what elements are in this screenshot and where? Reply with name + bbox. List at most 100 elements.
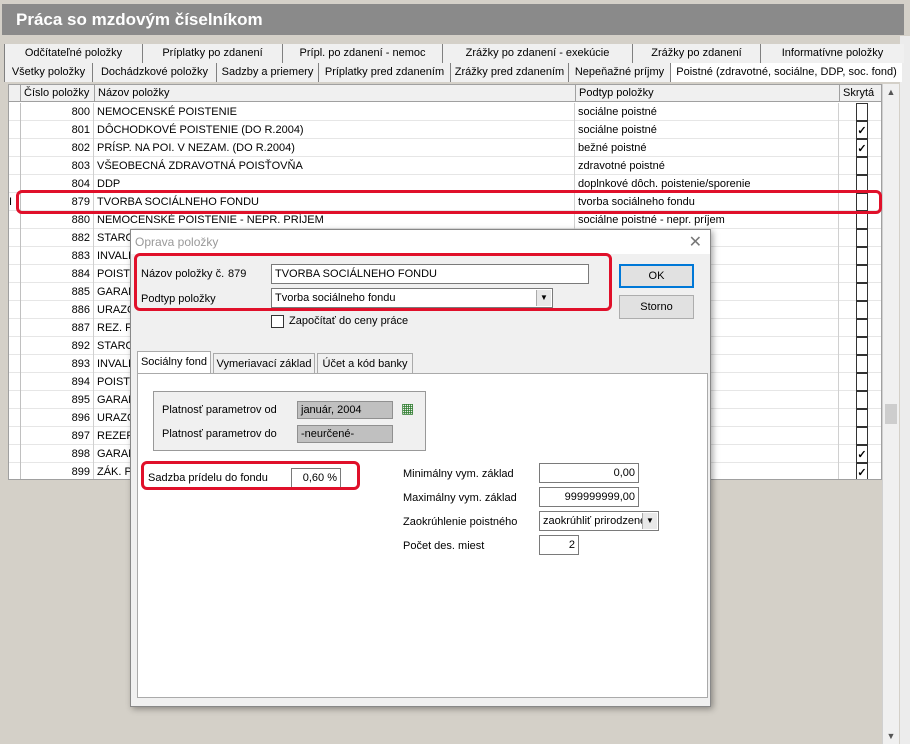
hidden-checkbox[interactable]: ✓	[856, 463, 868, 479]
tab-odcitatelne[interactable]: Odčítateľné položky	[4, 44, 142, 63]
tab-zrazky-exekucie[interactable]: Zrážky po zdanení - exekúcie	[442, 44, 632, 63]
hidden-checkbox[interactable]	[856, 373, 868, 391]
scroll-down-icon[interactable]: ▼	[883, 728, 899, 744]
include-price-checkbox[interactable]	[271, 315, 284, 328]
min-base-label: Minimálny vym. základ	[403, 468, 514, 480]
row-hidden-cell	[840, 337, 881, 355]
rounding-select[interactable]: zaokrúhliť prirodzene ▼	[539, 511, 659, 531]
row-selector	[9, 247, 21, 265]
tab-zrazky-pred[interactable]: Zrážky pred zdanením	[450, 63, 568, 82]
row-selector	[9, 463, 21, 479]
hidden-checkbox[interactable]	[856, 409, 868, 427]
calendar-icon[interactable]: ▦	[401, 400, 419, 418]
row-hidden-cell	[840, 391, 881, 409]
hidden-checkbox[interactable]	[856, 265, 868, 283]
row-hidden-cell	[840, 373, 881, 391]
row-selector	[9, 391, 21, 409]
tab-bank-account[interactable]: Účet a kód banky	[317, 353, 413, 373]
row-number: 801	[21, 121, 94, 139]
row-number: 893	[21, 355, 94, 373]
valid-to-field: -neurčené-	[297, 425, 393, 443]
hidden-checkbox[interactable]	[856, 391, 868, 409]
table-row[interactable]: 803 VŠEOBECNÁ ZDRAVOTNÁ POISŤOVŇA zdravotn…	[9, 157, 881, 175]
row-number: 892	[21, 337, 94, 355]
tab-priplatky-pred[interactable]: Príplatky pred zdanením	[318, 63, 450, 82]
row-name: VŠEOBECNÁ ZDRAVOTNÁ POISŤOVŇA	[95, 157, 575, 175]
min-base-input[interactable]: 0,00	[539, 463, 639, 483]
hidden-checkbox[interactable]	[856, 319, 868, 337]
hidden-checkbox[interactable]	[856, 301, 868, 319]
rounding-label: Zaokrúhlenie poistného	[403, 516, 518, 528]
tab-priplatky-po-zdaneni[interactable]: Príplatky po zdanení	[142, 44, 282, 63]
hidden-checkbox[interactable]	[856, 427, 868, 445]
row-selector	[9, 355, 21, 373]
hidden-checkbox[interactable]	[856, 229, 868, 247]
table-row[interactable]: 801 DÔCHODKOVÉ POISTENIE (DO R.2004) sociá…	[9, 121, 881, 139]
header-number[interactable]: Číslo položky	[21, 85, 95, 102]
row-selector	[9, 283, 21, 301]
table-row[interactable]: 802 PRÍSP. NA POI. V NEZAM. (DO R.2004) be…	[9, 139, 881, 157]
tab-poistne[interactable]: Poistné (zdravotné, sociálne, DDP, soc. …	[670, 63, 902, 82]
dialog-title: Oprava položky	[131, 230, 710, 254]
row-number: 896	[21, 409, 94, 427]
row-hidden-cell	[840, 229, 881, 247]
row-hidden-cell	[840, 319, 881, 337]
row-number: 895	[21, 391, 94, 409]
tab-social-fund[interactable]: Sociálny fond	[137, 351, 211, 373]
header-name[interactable]: Názov položky	[95, 85, 576, 102]
hidden-checkbox[interactable]	[856, 337, 868, 355]
row-hidden-cell	[840, 283, 881, 301]
tab-nepenazne[interactable]: Nepeňažné príjmy	[568, 63, 670, 82]
scroll-thumb[interactable]	[885, 404, 897, 424]
include-price-label: Započítať do ceny práce	[289, 315, 409, 327]
row-number: 887	[21, 319, 94, 337]
hidden-checkbox[interactable]: ✓	[856, 139, 868, 157]
tab-informativne[interactable]: Informatívne položky	[760, 44, 904, 63]
hidden-checkbox[interactable]	[856, 247, 868, 265]
hidden-checkbox[interactable]: ✓	[856, 445, 868, 463]
scroll-up-icon[interactable]: ▲	[883, 84, 899, 100]
row-selector	[9, 337, 21, 355]
hidden-checkbox[interactable]	[856, 103, 868, 121]
row-selector	[9, 319, 21, 337]
tab-pripl-nemoc[interactable]: Prípl. po zdanení - nemoc	[282, 44, 442, 63]
row-selector	[9, 373, 21, 391]
cancel-button[interactable]: Storno	[619, 295, 694, 319]
header-subtype[interactable]: Podtyp položky	[576, 85, 840, 102]
row-hidden-cell	[840, 409, 881, 427]
hidden-checkbox[interactable]	[856, 283, 868, 301]
close-icon[interactable]: ✕	[689, 232, 702, 252]
hidden-checkbox[interactable]: ✓	[856, 121, 868, 139]
row-selector	[9, 445, 21, 463]
row-selector	[9, 265, 21, 283]
row-number: 883	[21, 247, 94, 265]
row-hidden-cell	[840, 247, 881, 265]
decimals-input[interactable]: 2	[539, 535, 579, 555]
social-fund-panel: Platnosť parametrov od január, 2004 ▦ Pl…	[137, 373, 708, 698]
tab-sadzby[interactable]: Sadzby a priemery	[216, 63, 318, 82]
tab-assessment-base[interactable]: Vymeriavací základ	[213, 353, 315, 373]
grid-header: Číslo položky Názov položky Podtyp polož…	[9, 85, 881, 102]
max-base-input[interactable]: 999999999,00	[539, 487, 639, 507]
row-selector	[9, 157, 21, 175]
row-number: 884	[21, 265, 94, 283]
vertical-scrollbar[interactable]: ▲ ▼	[882, 84, 899, 744]
row-number: 882	[21, 229, 94, 247]
ok-button[interactable]: OK	[619, 264, 694, 288]
hidden-checkbox[interactable]	[856, 355, 868, 373]
window-title: Práca so mzdovým číselníkom	[2, 4, 904, 35]
chevron-down-icon[interactable]: ▼	[642, 513, 657, 529]
row-number: 898	[21, 445, 94, 463]
row-selector	[9, 121, 21, 139]
row-subtype: zdravotné poistné	[576, 157, 839, 175]
tab-zrazky-po-zdaneni[interactable]: Zrážky po zdanení	[632, 44, 760, 63]
hidden-checkbox[interactable]	[856, 157, 868, 175]
header-selector	[9, 85, 21, 102]
max-base-label: Maximálny vym. základ	[403, 492, 517, 504]
table-row[interactable]: 800 NEMOCENSKÉ POISTENIE sociálne poistné	[9, 103, 881, 121]
tab-vsetky[interactable]: Všetky položky	[4, 63, 92, 82]
tab-dochadzkove[interactable]: Dochádzkové položky	[92, 63, 216, 82]
header-hidden[interactable]: Skrytá	[840, 85, 881, 102]
row-hidden-cell	[840, 157, 881, 175]
row-hidden-cell	[840, 355, 881, 373]
